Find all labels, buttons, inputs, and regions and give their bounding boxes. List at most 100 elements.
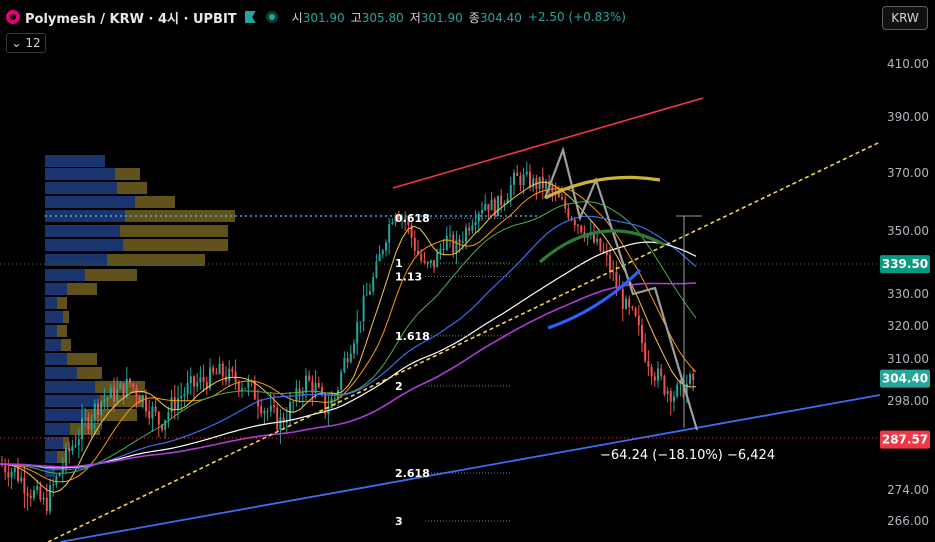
candle-body [193,376,195,387]
candle-body [199,376,202,383]
candle-body [84,417,87,419]
fib-label-0.618: 0.618 [395,212,430,225]
elliott-pattern[interactable] [543,146,699,431]
candle-body [13,467,16,472]
candle-body [631,306,634,309]
vp-buy-2 [45,182,117,194]
candle-body [436,252,439,268]
vp-sell-8 [85,269,137,281]
candle-body [81,418,83,440]
green-arc[interactable] [538,229,666,264]
candle-body [129,378,131,384]
vp-buy-20 [45,437,63,449]
candle-body [445,235,448,250]
candle-body [119,383,122,390]
candle-body [276,407,279,430]
candle-body [346,357,349,363]
candle-body [148,411,151,419]
vp-buy-17 [45,395,100,407]
market-status-icon [265,11,278,23]
candle-body [439,248,442,253]
price-axis[interactable]: 410.00 390.00 370.00 350.00 330.00 320.00 310.… [887,57,929,528]
axis-tick-274.00: 274.00 [887,483,929,497]
candle-body [615,272,618,287]
axis-tick-370.00: 370.00 [887,166,929,180]
candle-body [673,396,675,402]
candle-body [167,412,170,420]
candle-body [465,227,467,242]
candle-body [519,175,522,186]
candle-body [372,277,375,292]
badge-text-287.57: 287.57 [882,433,928,447]
axis-tick-390.00: 390.00 [887,110,929,124]
candle-body [103,399,106,402]
candle-body [109,387,112,399]
vp-buy-0 [45,155,105,167]
candle-body [186,383,189,394]
badge-text-304.40: 304.40 [882,372,928,386]
candle-body [33,490,35,499]
candle-body [10,471,13,478]
indicators-toggle[interactable]: ⌄ 12 [6,33,46,53]
candle-body [471,225,474,231]
candle-body [106,398,109,400]
candle-body [247,381,250,389]
symbol-title[interactable]: Polymesh / KRW · 4시 · UPBIT [25,8,237,27]
candle-body [77,439,80,446]
candle-body [116,389,119,402]
fib-label-2.618: 2.618 [395,467,430,480]
ohlc-low: 저301.90 [409,10,463,25]
candle-body [564,199,567,209]
candle-body [487,203,490,211]
vp-sell-2 [117,182,147,194]
vp-sell-10 [57,297,67,309]
candle-body [269,405,272,412]
candle-body [183,393,186,397]
candle-body [468,227,471,231]
candle-body [298,388,301,395]
upper-trendline[interactable] [392,97,704,189]
candle-body [55,476,58,485]
indicator-count: 12 [25,36,41,50]
candle-body [330,398,333,409]
candle-body [215,372,218,375]
candle-body [653,376,656,381]
badge-text-339.50: 339.50 [882,257,928,271]
candle-body [29,495,32,499]
candle-body [362,295,365,322]
fib-levels: 0.618 11.13 1.618 2 2.618 3 [395,212,512,528]
vp-buy-10 [45,297,57,309]
candle-body [433,260,435,268]
candle-body [609,255,611,272]
axis-tick-310.00: 310.00 [887,352,929,366]
support-trendline[interactable] [59,394,881,542]
axis-tick-330.00: 330.00 [887,287,929,301]
flag-icon[interactable] [244,11,256,23]
vp-buy-3 [45,196,135,208]
candle-body [663,376,666,395]
vp-buy-9 [45,283,67,295]
candle-body [292,401,295,403]
candle-body [484,203,487,211]
candle-body [237,382,240,391]
chevron-down-icon: ⌄ [11,36,22,50]
ma-line [0,282,697,468]
candle-body [650,366,653,377]
candle-body [305,375,307,393]
candle-body [676,384,679,397]
candle-body [145,395,147,412]
candle-body [90,419,93,429]
candle-body [36,486,39,491]
vp-sell-12 [57,325,67,337]
vp-buy-16 [45,381,95,393]
trend-drawings[interactable] [0,97,881,542]
candle-body [689,373,691,384]
candle-body [353,343,355,354]
candle-body [7,472,10,478]
candle-body [189,376,192,384]
candle-body [458,239,461,243]
currency-button[interactable]: KRW [882,6,928,30]
price-chart[interactable]: 0.618 11.13 1.618 2 2.618 3 410.00 390.00 370.0… [0,0,935,542]
candle-body [525,171,528,175]
candle-body [308,375,311,381]
